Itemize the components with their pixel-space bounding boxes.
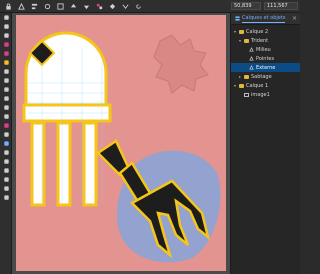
layer-label: Pointes xyxy=(256,55,275,62)
layer-label: Calque 1 xyxy=(246,82,269,89)
layer-label: image1 xyxy=(251,91,270,98)
layer-label: Calque 2 xyxy=(246,28,269,35)
layers-tab-label: Calques et objets xyxy=(242,14,286,23)
top-toolbar: 50,839 111,567 xyxy=(0,0,300,13)
gradient-tool-icon[interactable] xyxy=(0,139,12,148)
layer-row[interactable]: ▾ Calque 1 xyxy=(231,81,300,90)
path-icon xyxy=(249,65,254,70)
eraser-tool-icon[interactable] xyxy=(0,121,12,130)
circle-tool-icon[interactable] xyxy=(0,49,12,58)
dropper-tool-icon[interactable] xyxy=(0,157,12,166)
path-icon xyxy=(249,47,254,52)
layer-label: Externe xyxy=(256,64,276,71)
select-tool-icon[interactable] xyxy=(0,13,12,22)
flip-icon[interactable] xyxy=(108,2,117,11)
node-tool-icon[interactable] xyxy=(0,22,12,31)
chevron-down-icon[interactable]: ▾ xyxy=(233,29,237,34)
rotate-icon[interactable] xyxy=(134,2,143,11)
star-tool-icon[interactable] xyxy=(0,58,12,67)
flip-v-icon[interactable] xyxy=(121,2,130,11)
layer-label: Milieu xyxy=(256,46,271,53)
chevron-right-icon[interactable]: ▸ xyxy=(238,74,242,79)
artwork xyxy=(12,13,230,274)
layer-row[interactable]: ▸ Sabtage xyxy=(231,72,300,81)
layers-tab[interactable]: Calques et objets × xyxy=(231,13,300,25)
close-icon[interactable]: × xyxy=(292,15,297,22)
layer-row[interactable]: image1 xyxy=(231,90,300,99)
layer-row[interactable]: Milieu xyxy=(231,45,300,54)
chevron-down-icon[interactable]: ▾ xyxy=(233,83,237,88)
layer-label: Sabtage xyxy=(251,73,272,80)
group-icon[interactable] xyxy=(95,2,104,11)
drawing-canvas[interactable] xyxy=(12,13,230,274)
lower-icon[interactable] xyxy=(82,2,91,11)
folder-icon xyxy=(244,74,249,79)
image-icon xyxy=(244,92,249,97)
rect-tool-icon[interactable] xyxy=(0,40,12,49)
bucket-tool-icon[interactable] xyxy=(0,130,12,139)
folder-icon xyxy=(239,29,244,34)
calligraphy-tool-icon[interactable] xyxy=(0,94,12,103)
tool-palette xyxy=(0,13,12,274)
layers-panel: Calques et objets × ▾ Calque 2 ▾ Trident Mil… xyxy=(230,13,300,274)
transform-icon[interactable] xyxy=(56,2,65,11)
align-icon[interactable] xyxy=(30,2,39,11)
measure-tool-icon[interactable] xyxy=(0,175,12,184)
layer-row[interactable]: Externe xyxy=(231,63,300,72)
x-coordinate-field[interactable]: 50,839 xyxy=(231,2,261,10)
connector-tool-icon[interactable] xyxy=(0,166,12,175)
pen-tool-icon[interactable] xyxy=(0,85,12,94)
layer-row[interactable]: Pointes xyxy=(231,54,300,63)
layers-icon xyxy=(235,16,240,21)
node-icon[interactable] xyxy=(43,2,52,11)
layer-row[interactable]: ▾ Trident xyxy=(231,36,300,45)
lock-icon[interactable] xyxy=(4,2,13,11)
y-coordinate-field[interactable]: 111,567 xyxy=(264,2,298,10)
zoom-tool-icon[interactable] xyxy=(0,31,12,40)
chevron-down-icon[interactable]: ▾ xyxy=(238,38,242,43)
pages-tool-icon[interactable] xyxy=(0,193,12,202)
folder-icon xyxy=(244,38,249,43)
mesh-tool-icon[interactable] xyxy=(0,148,12,157)
spray-tool-icon[interactable] xyxy=(0,112,12,121)
pencil-tool-icon[interactable] xyxy=(0,76,12,85)
text-tool-icon[interactable] xyxy=(0,103,12,112)
spiral-tool-icon[interactable] xyxy=(0,67,12,76)
folder-icon xyxy=(239,83,244,88)
layer-row[interactable]: ▾ Calque 2 xyxy=(231,27,300,36)
snap-icon[interactable] xyxy=(17,2,26,11)
tweak-tool-icon[interactable] xyxy=(0,184,12,193)
layer-label: Trident xyxy=(251,37,269,44)
layer-list: ▾ Calque 2 ▾ Trident Milieu Pointes Externe ▸ Sa… xyxy=(231,25,300,99)
raise-icon[interactable] xyxy=(69,2,78,11)
path-icon xyxy=(249,56,254,61)
